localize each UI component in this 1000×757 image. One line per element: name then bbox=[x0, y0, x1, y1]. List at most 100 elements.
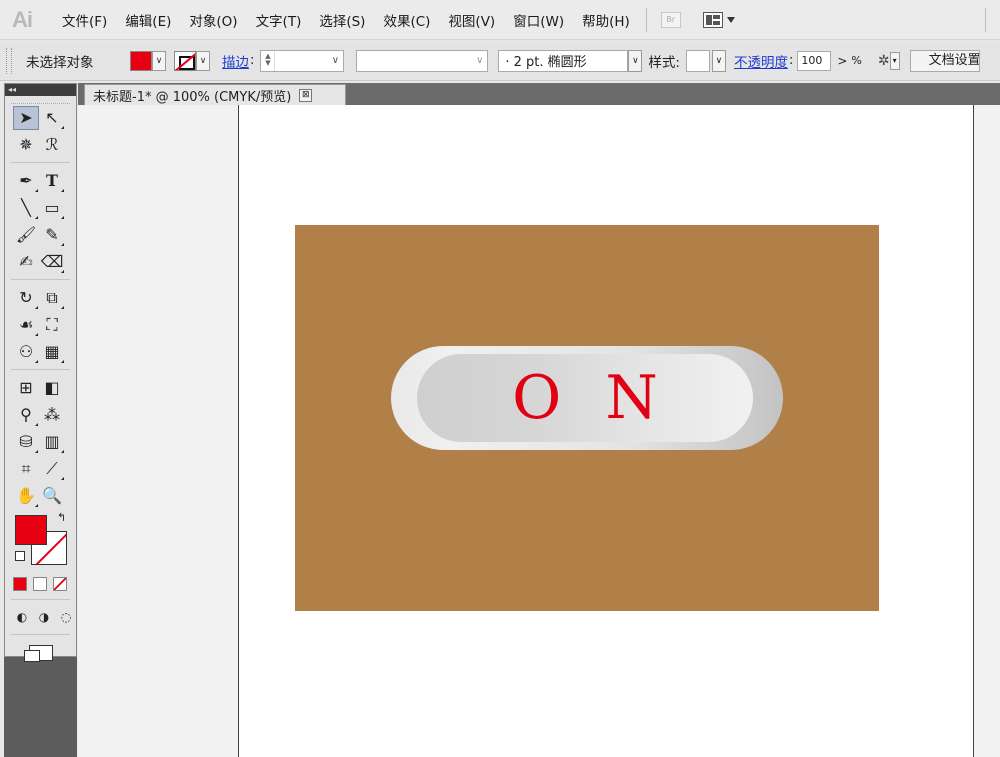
artboard-icon: ⌗ bbox=[21, 458, 31, 478]
artboard-tool[interactable]: ⌗ bbox=[13, 457, 39, 481]
selection-status: 未选择对象 bbox=[26, 54, 94, 71]
document-tab[interactable]: 未标题-1* @ 100% (CMYK/预览) ⊠ bbox=[84, 84, 346, 105]
blob-brush-tool[interactable]: ✍ bbox=[13, 250, 39, 274]
brush-definition-select[interactable]: · 2 pt. 椭圆形 bbox=[498, 49, 629, 72]
variable-width-profile-select[interactable]: ∨ bbox=[356, 49, 489, 72]
rectangle-tool[interactable]: ▭ bbox=[39, 196, 65, 220]
type-icon: T bbox=[46, 171, 58, 190]
fill-color-swatch[interactable] bbox=[130, 50, 152, 71]
fill-swatch[interactable] bbox=[15, 515, 47, 545]
opacity-input[interactable]: 100 bbox=[797, 50, 832, 71]
menu-type[interactable]: 文字(T) bbox=[256, 10, 302, 30]
eyedropper-tool[interactable]: ⚲ bbox=[13, 403, 39, 427]
menu-view[interactable]: 视图(V) bbox=[448, 10, 495, 30]
stroke-color-swatch[interactable] bbox=[174, 50, 196, 71]
menu-effect[interactable]: 效果(C) bbox=[383, 10, 430, 30]
paintbrush-tool[interactable]: 🖌 bbox=[13, 223, 39, 247]
perspective-grid-tool[interactable]: ▦ bbox=[39, 340, 65, 364]
recolor-artwork-icon[interactable]: ✲ bbox=[878, 53, 890, 69]
none-mode-button[interactable] bbox=[53, 577, 67, 591]
type-tool[interactable]: T bbox=[39, 169, 65, 193]
pencil-icon: ✎ bbox=[45, 225, 59, 244]
graphic-style-swatch[interactable] bbox=[685, 49, 710, 72]
line-segment-tool[interactable]: ╲ bbox=[13, 196, 39, 220]
menu-file[interactable]: 文件(F) bbox=[62, 10, 107, 30]
chevron-down-icon[interactable]: ∨ bbox=[327, 55, 343, 66]
gradient-mode-button[interactable] bbox=[33, 577, 47, 591]
switch-button-outer[interactable]: ON bbox=[391, 346, 783, 450]
menu-object[interactable]: 对象(O) bbox=[189, 10, 237, 30]
lasso-tool[interactable]: ℛ bbox=[39, 133, 65, 157]
pencil-tool[interactable]: ✎ bbox=[39, 223, 65, 247]
selection-tool[interactable]: ➤ bbox=[13, 105, 39, 130]
scale-tool[interactable]: ⧉ bbox=[39, 286, 65, 310]
free-transform-tool[interactable]: ⛶ bbox=[39, 313, 65, 337]
panel-grip[interactable] bbox=[11, 96, 70, 104]
bridge-button[interactable]: Br bbox=[660, 11, 681, 28]
pen-icon: ✒ bbox=[19, 171, 33, 190]
symbol-sprayer-icon: ⛁ bbox=[19, 432, 33, 451]
mesh-icon: ⊞ bbox=[19, 378, 33, 397]
warp-icon: ☙ bbox=[18, 315, 34, 334]
panel-grip[interactable] bbox=[6, 47, 12, 74]
swap-fill-stroke-icon[interactable]: ↰ bbox=[57, 511, 66, 524]
stroke-weight-stepper[interactable]: ▲ ▼ bbox=[261, 50, 276, 71]
rotate-tool[interactable]: ↻ bbox=[13, 286, 39, 310]
recolor-dropdown-button[interactable]: ▾ bbox=[889, 51, 900, 70]
arrange-documents-button[interactable] bbox=[702, 11, 735, 28]
default-fill-stroke-icon[interactable] bbox=[15, 551, 25, 561]
magic-wand-tool[interactable]: ✵ bbox=[13, 133, 39, 157]
scale-icon: ⧉ bbox=[46, 287, 58, 307]
rotate-icon: ↻ bbox=[19, 288, 33, 307]
style-label: 样式: bbox=[648, 54, 680, 71]
menu-window[interactable]: 窗口(W) bbox=[513, 10, 564, 30]
zoom-tool[interactable]: 🔍 bbox=[39, 484, 65, 508]
stroke-panel-link[interactable]: 描边 bbox=[222, 51, 249, 71]
arrange-documents-icon bbox=[702, 11, 723, 28]
mesh-tool[interactable]: ⊞ bbox=[13, 376, 39, 400]
hand-tool[interactable]: ✋ bbox=[13, 484, 39, 508]
stroke-weight-field[interactable]: ▲ ▼ ∨ bbox=[260, 49, 345, 72]
opacity-slider-button[interactable]: > bbox=[837, 54, 847, 68]
background-rectangle[interactable]: ON bbox=[295, 225, 879, 611]
slice-tool[interactable]: ⟋ bbox=[39, 457, 65, 481]
pen-tool[interactable]: ✒ bbox=[13, 169, 39, 193]
brush-dropdown-button[interactable]: ∨ bbox=[628, 49, 643, 72]
document-setup-button[interactable]: 文档设置 bbox=[909, 49, 980, 72]
shape-builder-tool[interactable]: ⚇ bbox=[13, 340, 39, 364]
draw-normal-icon[interactable]: ◐ bbox=[13, 609, 31, 625]
menu-select[interactable]: 选择(S) bbox=[319, 10, 365, 30]
draw-behind-icon[interactable]: ◑ bbox=[35, 609, 53, 625]
tools-panel-area: ◂◂ ➤ ↖ ✵ ℛ ✒ T ╲ ▭ 🖌 ✎ ✍ ⌫ ↻ ⧉ ☙ ⛶ ⚇ ▦ ⊞… bbox=[4, 83, 77, 757]
opacity-panel-link[interactable]: 不透明度 bbox=[734, 51, 788, 71]
style-dropdown-button[interactable]: ∨ bbox=[711, 49, 726, 72]
canvas-workspace[interactable]: ON bbox=[78, 105, 1000, 757]
stroke-dropdown-button[interactable]: ∨ bbox=[196, 50, 210, 71]
eraser-tool[interactable]: ⌫ bbox=[39, 250, 65, 274]
close-icon[interactable]: ⊠ bbox=[299, 88, 313, 102]
fill-dropdown-button[interactable]: ∨ bbox=[152, 50, 166, 71]
chevron-down-icon bbox=[726, 16, 735, 23]
switch-button-inner[interactable]: ON bbox=[417, 354, 753, 442]
blend-tool[interactable]: ⁂ bbox=[39, 403, 65, 427]
artboard[interactable]: ON bbox=[238, 105, 974, 757]
warp-tool[interactable]: ☙ bbox=[13, 313, 39, 337]
draw-inside-icon[interactable]: ◌ bbox=[57, 609, 75, 625]
symbol-sprayer-tool[interactable]: ⛁ bbox=[13, 430, 39, 454]
button-label-text[interactable]: ON bbox=[417, 354, 753, 442]
rectangle-icon: ▭ bbox=[44, 198, 60, 217]
menu-edit[interactable]: 编辑(E) bbox=[125, 10, 171, 30]
screen-mode-icon[interactable] bbox=[23, 645, 53, 662]
menu-separator bbox=[985, 8, 986, 32]
fill-stroke-controls: ↰ bbox=[5, 509, 76, 573]
blob-brush-icon: ✍ bbox=[19, 252, 33, 271]
collapse-panel-icon[interactable]: ◂◂ bbox=[5, 84, 76, 96]
app-logo: Ai bbox=[12, 6, 33, 32]
blend-icon: ⁂ bbox=[44, 405, 60, 424]
direct-selection-tool[interactable]: ↖ bbox=[39, 106, 65, 130]
column-graph-tool[interactable]: ▥ bbox=[39, 430, 65, 454]
gradient-tool[interactable]: ◧ bbox=[39, 376, 65, 400]
selection-icon: ➤ bbox=[19, 108, 33, 127]
menu-help[interactable]: 帮助(H) bbox=[582, 10, 630, 30]
color-mode-button[interactable] bbox=[13, 577, 27, 591]
